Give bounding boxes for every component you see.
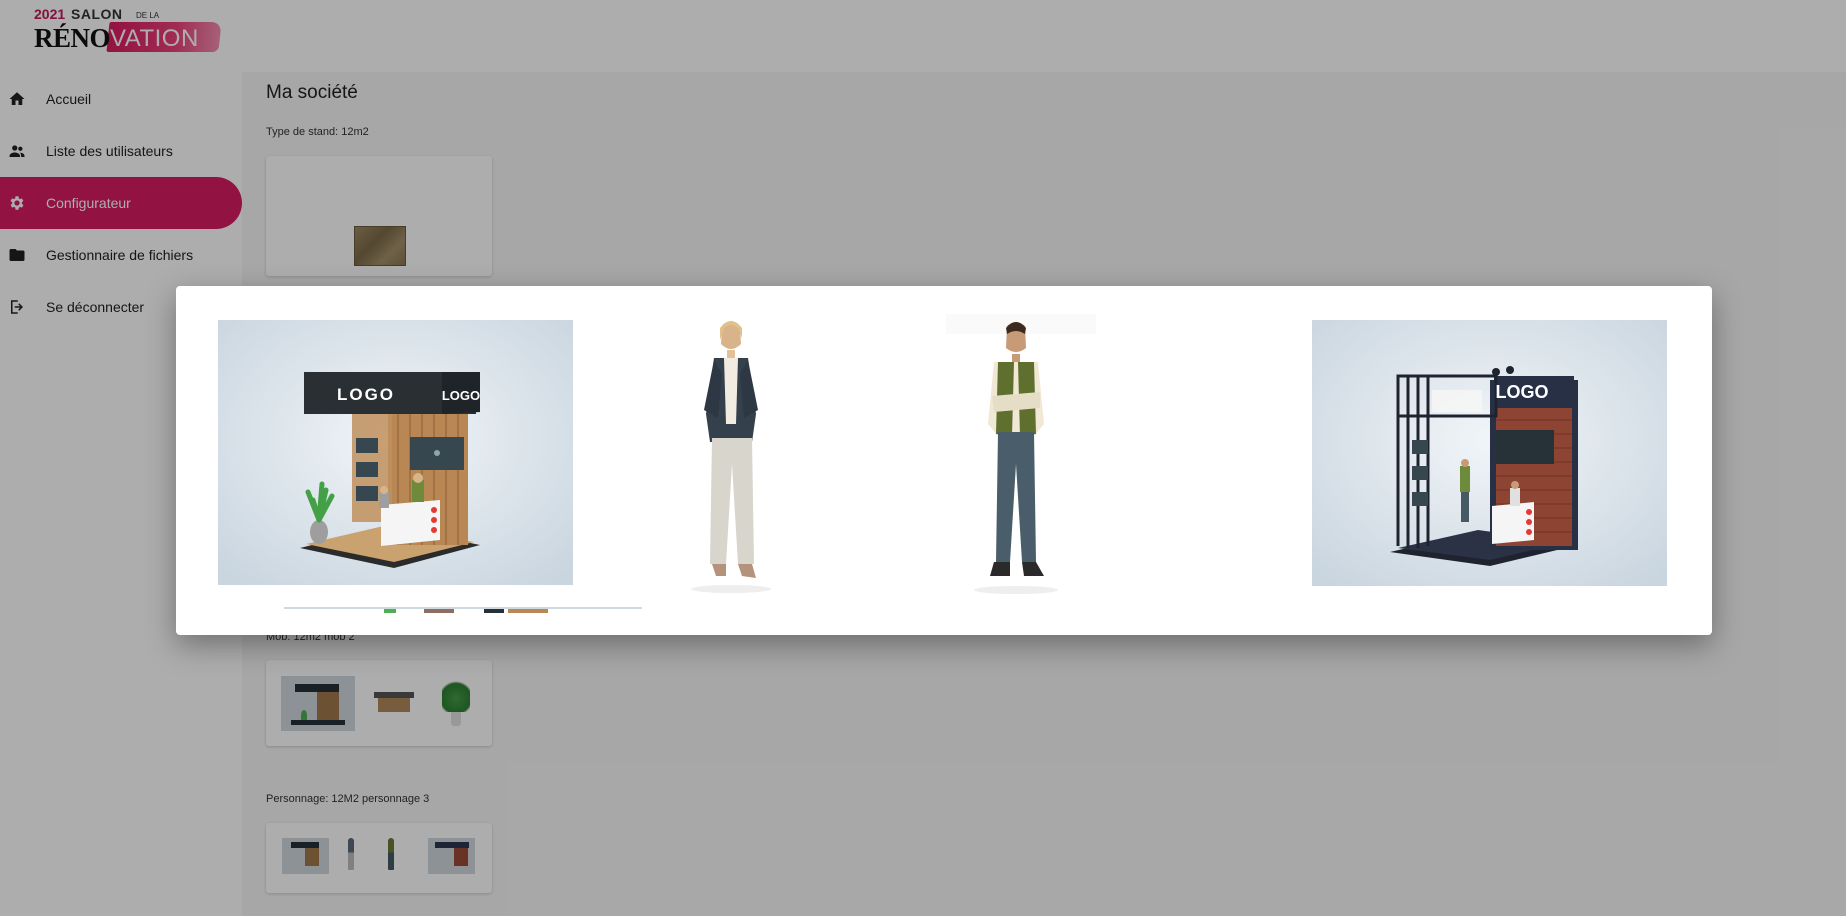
stand-brick-preview-image[interactable]: LOGO — [1312, 320, 1667, 586]
stand-side-logo-text: LOGO — [442, 388, 480, 403]
image-preview-dialog: LOGO LOGO LOGO — [176, 286, 1712, 635]
image-strip-partial — [284, 607, 642, 613]
woman-character-image[interactable] — [656, 314, 806, 604]
stand-logo-text: LOGO — [337, 385, 395, 404]
stand-logo-text: LOGO — [1496, 382, 1549, 402]
man-character-image[interactable] — [936, 314, 1096, 604]
stand-wood-preview-image[interactable]: LOGO LOGO — [218, 320, 573, 585]
